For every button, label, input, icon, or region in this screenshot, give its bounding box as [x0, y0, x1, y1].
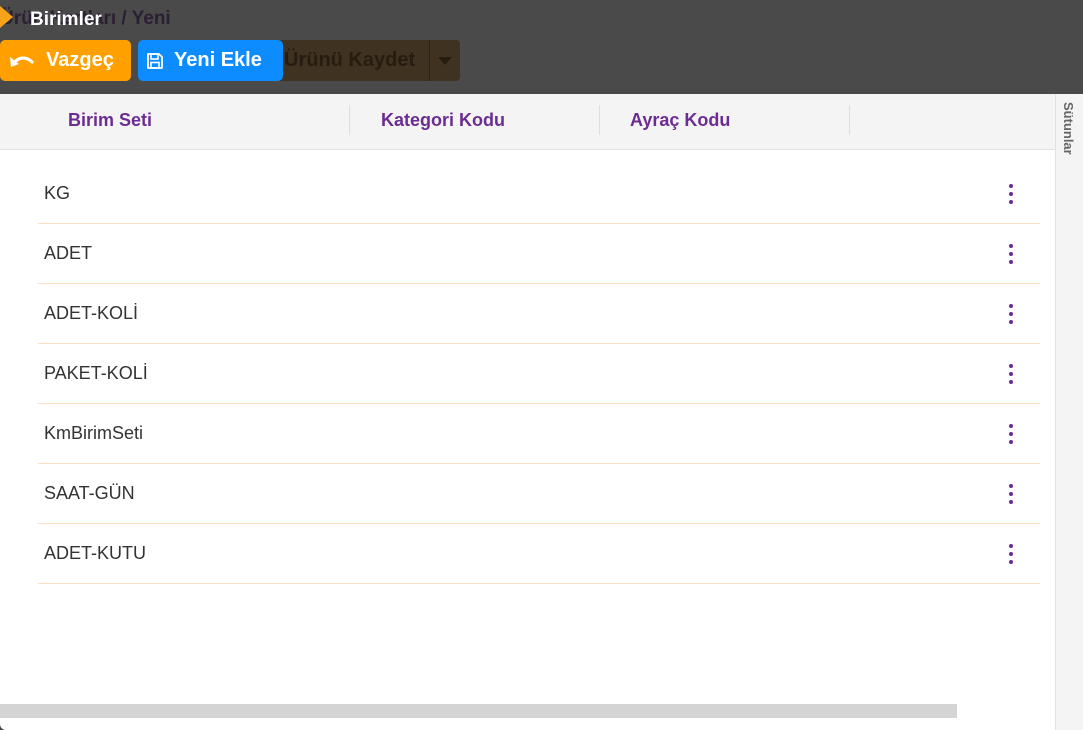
- kebab-menu-icon[interactable]: [1006, 422, 1016, 446]
- units-panel: Birim Seti Kategori Kodu Ayraç Kodu KG A…: [0, 94, 1083, 730]
- table-row[interactable]: ADET-KOLİ: [38, 284, 1040, 344]
- table-row[interactable]: PAKET-KOLİ: [38, 344, 1040, 404]
- grid-header: Birim Seti Kategori Kodu Ayraç Kodu: [0, 94, 1055, 150]
- table-row[interactable]: KmBirimSeti: [38, 404, 1040, 464]
- kebab-menu-icon[interactable]: [1006, 302, 1016, 326]
- horizontal-scrollbar[interactable]: [0, 704, 957, 718]
- table-row[interactable]: KG: [38, 164, 1040, 224]
- chevron-right-icon: [0, 6, 13, 28]
- modal-title: Birimler: [30, 9, 102, 30]
- table-row[interactable]: ADET-KUTU: [38, 524, 1040, 584]
- kebab-menu-icon[interactable]: [1006, 542, 1016, 566]
- row-unit-name: PAKET-KOLİ: [44, 363, 148, 383]
- columns-tab[interactable]: Sütunlar: [1061, 102, 1076, 155]
- column-header-kategori-kodu[interactable]: Kategori Kodu: [381, 105, 505, 135]
- row-unit-name: ADET-KOLİ: [44, 303, 139, 323]
- row-unit-name: KG: [44, 183, 71, 203]
- kebab-menu-icon[interactable]: [1006, 482, 1016, 506]
- units-grid: Birim Seti Kategori Kodu Ayraç Kodu KG A…: [0, 94, 1055, 730]
- kebab-menu-icon[interactable]: [1006, 182, 1016, 206]
- add-new-button[interactable]: Yeni Ekle: [138, 40, 283, 81]
- background-save-button: Ürünü Kaydet: [270, 40, 461, 81]
- columns-side-panel: Sütunlar: [1055, 94, 1083, 730]
- caret-down-icon: [429, 40, 460, 81]
- undo-arrow-icon: [8, 51, 36, 71]
- row-unit-name: ADET: [44, 243, 93, 263]
- column-separator[interactable]: [349, 105, 350, 135]
- column-separator[interactable]: [849, 105, 850, 135]
- row-unit-name: ADET-KUTU: [44, 543, 147, 563]
- kebab-menu-icon[interactable]: [1006, 242, 1016, 266]
- cancel-button[interactable]: Vazgeç: [0, 40, 131, 81]
- row-unit-name: KmBirimSeti: [44, 423, 144, 443]
- table-row[interactable]: SAAT-GÜN: [38, 464, 1040, 524]
- floppy-disk-icon: [146, 52, 164, 70]
- kebab-menu-icon[interactable]: [1006, 362, 1016, 386]
- column-header-birim-seti[interactable]: Birim Seti: [68, 105, 152, 135]
- row-unit-name: SAAT-GÜN: [44, 483, 135, 503]
- grid-rows: KG ADET ADET-KOLİ PAKET-KOLİ KmBirimSeti…: [38, 149, 1040, 584]
- add-new-button-label: Yeni Ekle: [174, 49, 262, 71]
- column-header-ayrac-kodu[interactable]: Ayraç Kodu: [630, 105, 730, 135]
- column-separator[interactable]: [599, 105, 600, 135]
- cancel-button-label: Vazgeç: [46, 49, 114, 71]
- background-save-label: Ürünü Kaydet: [284, 49, 416, 71]
- table-row[interactable]: ADET: [38, 224, 1040, 284]
